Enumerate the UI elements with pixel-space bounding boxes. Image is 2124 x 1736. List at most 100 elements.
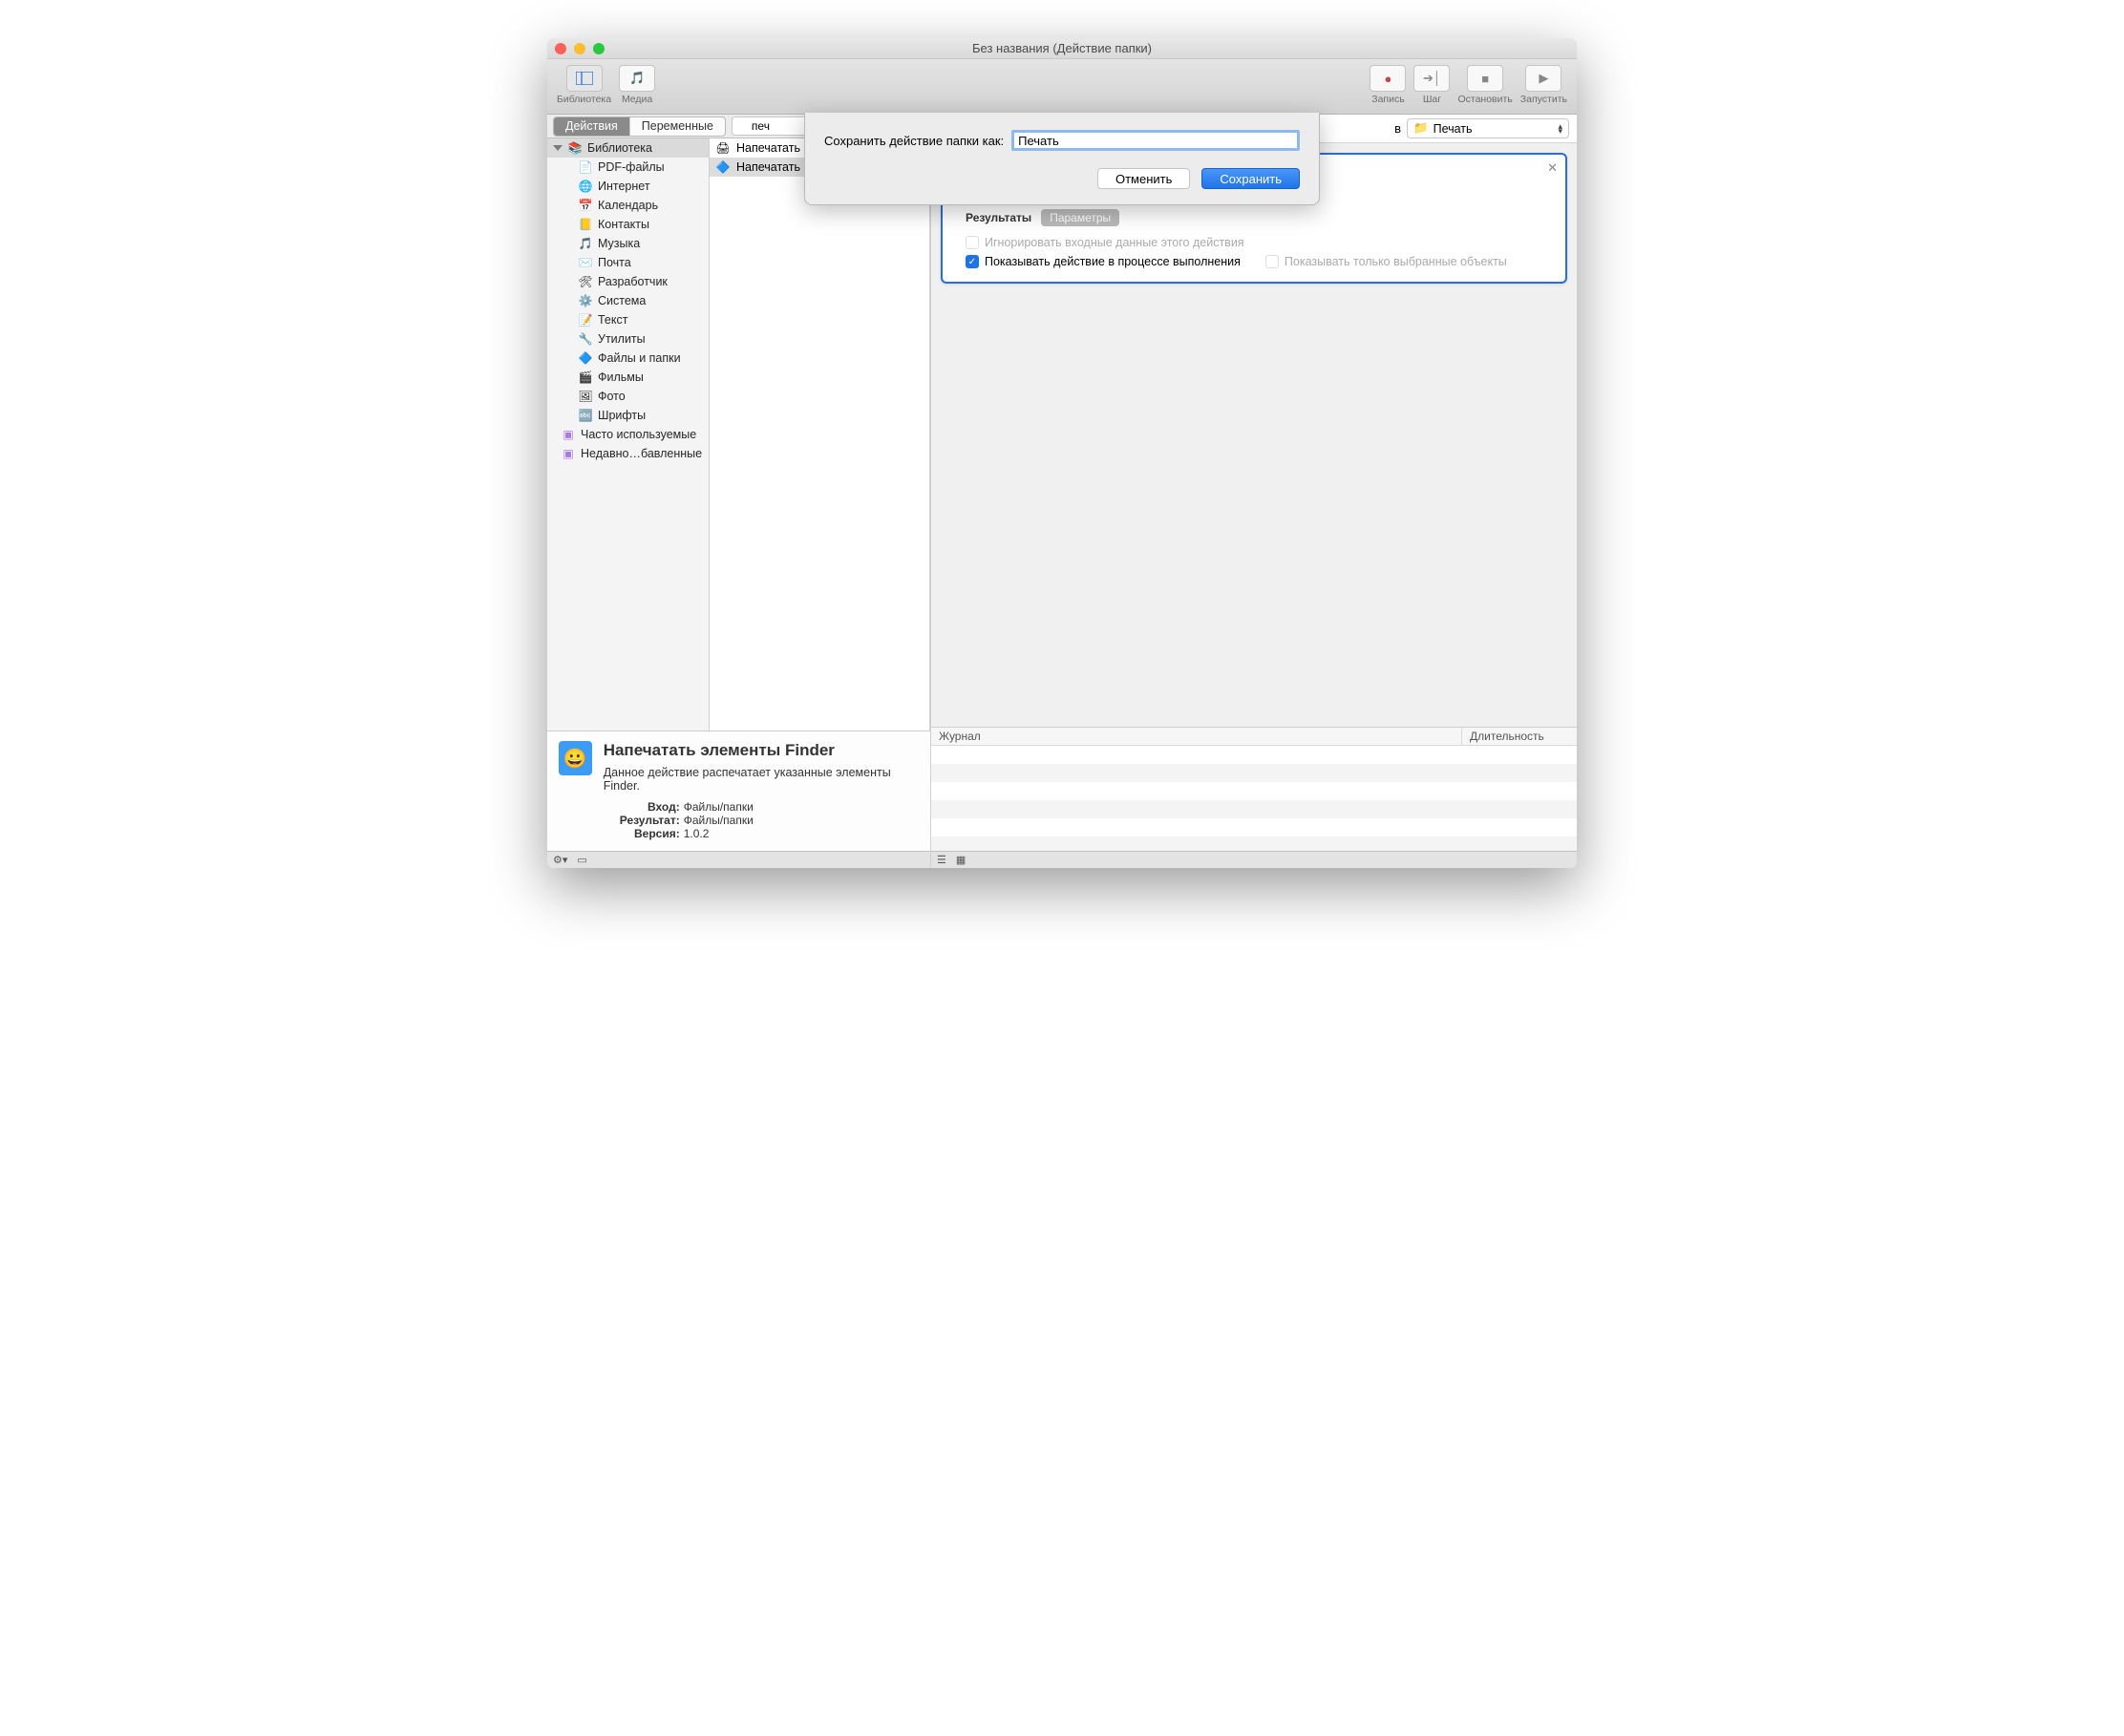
stop-button[interactable]: ■	[1467, 65, 1503, 92]
sidebar-root-label: Библиотека	[587, 141, 652, 155]
save-sheet-label: Сохранить действие папки как:	[824, 134, 1004, 148]
text-icon: 📝	[578, 312, 593, 328]
sidebar-smart-recent[interactable]: ▣Недавно…бавленные	[547, 444, 709, 463]
sidebar-item-text[interactable]: 📝Текст	[547, 310, 709, 329]
opt-selected-label: Показывать только выбранные объекты	[1285, 255, 1507, 268]
checkbox-ignore-input	[966, 236, 979, 249]
library-toggle-button[interactable]	[566, 65, 603, 92]
step-icon: ➔│	[1423, 71, 1441, 86]
sidebar-smart-frequent[interactable]: ▣Часто используемые	[547, 425, 709, 444]
window-title: Без названия (Действие папки)	[547, 41, 1577, 55]
sidebar-item-internet[interactable]: 🌐Интернет	[547, 177, 709, 196]
checkbox-show-action[interactable]	[966, 255, 979, 268]
movie-icon: 🎬	[578, 370, 593, 385]
info-panel: 😀 Напечатать элементы Finder Данное дейс…	[547, 730, 930, 851]
log-panel: Журнал Длительность	[931, 727, 1577, 851]
sidebar-item-calendar[interactable]: 📅Календарь	[547, 196, 709, 215]
workflow-canvas[interactable]: ✕ Напечатать: Принтер по умолчанию ▴▾ Ре…	[931, 143, 1577, 727]
record-label: Запись	[1371, 94, 1404, 105]
actions-list: 🖨 Напечатать 🔷 Напечатать	[710, 138, 930, 730]
finder-icon: 🔷	[715, 159, 731, 175]
opt-ignore-label: Игнорировать входные данные этого действ…	[985, 236, 1244, 249]
sidebar-item-files[interactable]: 🔷Файлы и папки	[547, 349, 709, 368]
finder-icon: 😀	[559, 741, 592, 775]
pdf-icon: 📄	[578, 159, 593, 175]
run-label: Запустить	[1520, 94, 1567, 105]
sidebar-item-system[interactable]: ⚙️Система	[547, 291, 709, 310]
folder-icon: 📁	[1413, 121, 1429, 136]
sidebar-icon	[576, 72, 593, 85]
info-description: Данное действие распечатает указанные эл…	[604, 766, 919, 793]
contacts-icon: 📒	[578, 217, 593, 232]
sidebar-item-music[interactable]: 🎵Музыка	[547, 234, 709, 253]
calendar-icon: 📅	[578, 198, 593, 213]
save-button[interactable]: Сохранить	[1201, 168, 1300, 189]
log-col-journal[interactable]: Журнал	[931, 728, 1462, 745]
media-icon: 🎵	[629, 71, 645, 86]
music-icon: 🎵	[578, 236, 593, 251]
gear-icon[interactable]: ⚙︎▾	[553, 854, 567, 866]
tab-variables[interactable]: Переменные	[630, 117, 725, 136]
close-icon[interactable]: ✕	[1547, 160, 1558, 176]
tab-parameters[interactable]: Параметры	[1041, 209, 1119, 226]
sidebar-item-pdf[interactable]: 📄PDF-файлы	[547, 158, 709, 177]
tab-results[interactable]: Результаты	[966, 209, 1031, 226]
toolbar: Библиотека 🎵 Медиа ● Запись ➔│ Шаг ■ Ост…	[547, 59, 1577, 115]
sidebar-item-mail[interactable]: ✉️Почта	[547, 253, 709, 272]
chevron-down-icon	[553, 145, 563, 151]
step-label: Шаг	[1423, 94, 1441, 105]
folder-smart-icon: ▣	[561, 446, 576, 461]
font-icon: 🔤	[578, 408, 593, 423]
left-column: Действия Переменные 📚 Библиотека 📄PDF-фа…	[547, 115, 930, 868]
cancel-button[interactable]: Отменить	[1097, 168, 1190, 189]
sidebar-item-photos[interactable]: 🖼Фото	[547, 387, 709, 406]
folder-select[interactable]: 📁 Печать ▴▾	[1407, 118, 1569, 138]
info-title: Напечатать элементы Finder	[604, 741, 919, 760]
library-label: Библиотека	[557, 94, 611, 105]
list-view-icon[interactable]: ☰	[937, 854, 946, 866]
sidebar-item-fonts[interactable]: 🔤Шрифты	[547, 406, 709, 425]
sidebar-item-developer[interactable]: 🛠Разработчик	[547, 272, 709, 291]
photo-icon: 🖼	[578, 389, 593, 404]
finder-icon: 🔷	[578, 350, 593, 366]
panel-toggle-icon[interactable]: ▭	[577, 854, 586, 866]
chevron-updown-icon: ▴▾	[1558, 124, 1562, 134]
utilities-icon: 🔧	[578, 331, 593, 347]
folder-smart-icon: ▣	[561, 427, 576, 442]
printer-icon: 🖨	[715, 140, 731, 156]
sidebar-item-utilities[interactable]: 🔧Утилиты	[547, 329, 709, 349]
opt-show-label: Показывать действие в процессе выполнени…	[985, 255, 1241, 268]
library-icon: 📚	[567, 140, 583, 156]
mail-icon: ✉️	[578, 255, 593, 270]
sidebar-item-contacts[interactable]: 📒Контакты	[547, 215, 709, 234]
media-button[interactable]: 🎵	[619, 65, 655, 92]
log-col-duration[interactable]: Длительность	[1462, 728, 1577, 745]
sidebar-item-movies[interactable]: 🎬Фильмы	[547, 368, 709, 387]
receives-label: в	[1394, 121, 1401, 136]
play-icon: ▶	[1539, 71, 1548, 86]
log-rows	[931, 746, 1577, 851]
stop-label: Остановить	[1457, 94, 1512, 105]
workflow-column: в 📁 Печать ▴▾ ✕ Напечатать:	[930, 115, 1577, 868]
sidebar-root[interactable]: 📚 Библиотека	[547, 138, 709, 158]
titlebar: Без названия (Действие папки)	[547, 38, 1577, 59]
tools-icon: 🛠	[578, 274, 593, 289]
media-label: Медиа	[622, 94, 652, 105]
record-button[interactable]: ●	[1370, 65, 1406, 92]
stop-icon: ■	[1481, 72, 1489, 86]
save-sheet: Сохранить действие папки как: Отменить С…	[804, 113, 1320, 205]
checkbox-selected-only	[1265, 255, 1279, 268]
tab-actions[interactable]: Действия	[554, 117, 630, 136]
library-tabs: Действия Переменные	[553, 116, 726, 137]
run-button[interactable]: ▶	[1525, 65, 1561, 92]
step-button[interactable]: ➔│	[1413, 65, 1450, 92]
category-sidebar: 📚 Библиотека 📄PDF-файлы 🌐Интернет 📅Кален…	[547, 138, 710, 730]
grid-view-icon[interactable]: ▦	[956, 854, 966, 866]
globe-icon: 🌐	[578, 179, 593, 194]
record-icon: ●	[1385, 72, 1392, 86]
left-statusbar: ⚙︎▾ ▭	[547, 851, 930, 868]
gear-icon: ⚙️	[578, 293, 593, 308]
app-window: Без названия (Действие папки) Библиотека…	[547, 38, 1577, 868]
main-area: Действия Переменные 📚 Библиотека 📄PDF-фа…	[547, 115, 1577, 868]
save-name-input[interactable]	[1011, 130, 1300, 151]
